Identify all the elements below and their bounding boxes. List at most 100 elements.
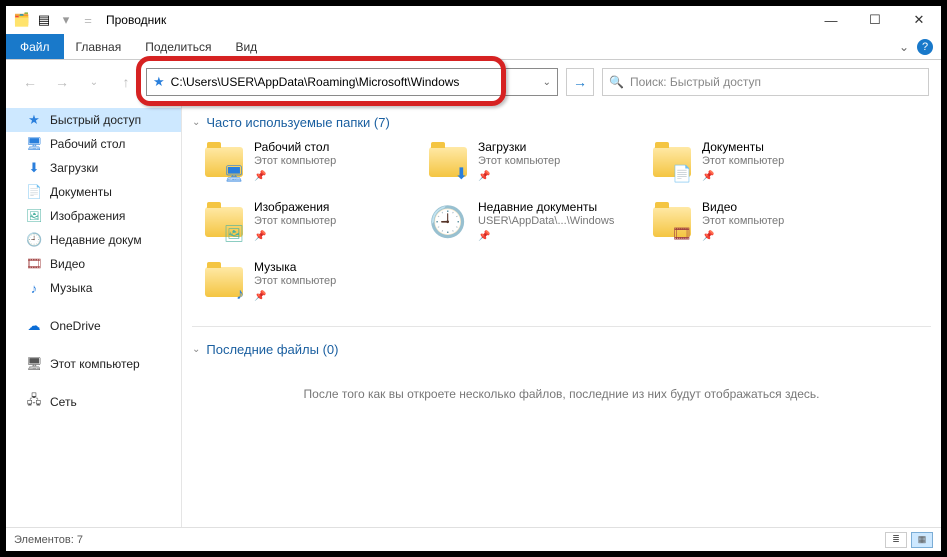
tile-location: USER\AppData\...\Windows	[478, 215, 614, 229]
tab-view[interactable]: Вид	[223, 34, 269, 59]
folder-tile[interactable]: ⬇ЗагрузкиЭтот компьютер📌	[422, 134, 642, 190]
sidebar-item-label: OneDrive	[50, 319, 101, 333]
forward-button[interactable]: →	[50, 70, 74, 94]
sidebar-recent[interactable]: 🕘 Недавние докум	[6, 228, 181, 252]
ribbon-tabs: Файл Главная Поделиться Вид ⌄ ?	[6, 34, 941, 60]
tile-name: Документы	[702, 140, 784, 155]
navigation-pane: ★Быстрый доступ 🖥Рабочий стол ⬇Загрузки …	[6, 104, 182, 527]
file-menu-button[interactable]: Файл	[6, 34, 64, 59]
sidebar-network[interactable]: 🖧Сеть	[6, 390, 181, 414]
address-bar[interactable]: ★ C:\Users\USER\AppData\Roaming\Microsof…	[146, 68, 558, 96]
group-frequent-header[interactable]: ⌄ Часто используемые папки (7)	[192, 110, 931, 134]
group-title: Часто используемые папки (7)	[206, 115, 389, 130]
tile-name: Видео	[702, 200, 784, 215]
recent-files-empty-text: После того как вы откроете несколько фай…	[192, 361, 931, 427]
folder-icon: ⬇	[426, 140, 470, 184]
tile-name: Музыка	[254, 260, 336, 275]
sidebar-item-label: Музыка	[50, 281, 92, 295]
sidebar-item-label: Документы	[50, 185, 112, 199]
sidebar-downloads[interactable]: ⬇ Загрузки	[6, 156, 181, 180]
document-icon: 📄	[26, 184, 42, 200]
desktop-icon: 🖥	[26, 136, 42, 152]
computer-icon: 🖥	[26, 356, 42, 372]
pin-icon: 📌	[478, 171, 560, 184]
folder-tile[interactable]: 🖼 ИзображенияЭтот компьютер 📌	[198, 194, 418, 250]
network-icon: 🖧	[26, 391, 42, 413]
tile-name: Рабочий стол	[254, 140, 336, 155]
star-icon: ★	[26, 112, 42, 128]
back-button[interactable]: ←	[18, 70, 42, 94]
sidebar-item-label: Видео	[50, 257, 85, 271]
folder-icon: ♪	[202, 260, 246, 304]
sidebar-images[interactable]: 🖼 Изображения	[6, 204, 181, 228]
qat-properties-icon[interactable]: ▤	[34, 10, 54, 30]
group-title: Последние файлы (0)	[206, 342, 338, 357]
status-item-count: Элементов: 7	[14, 534, 83, 546]
recent-locations-button[interactable]: ⌄	[82, 70, 106, 94]
sidebar-quick-access[interactable]: ★ Быстрый доступ	[6, 108, 181, 132]
explorer-icon: 🗂️	[12, 10, 32, 30]
maximize-button[interactable]: ☐	[853, 6, 897, 34]
folder-tile[interactable]: 🎞ВидеоЭтот компьютер📌	[646, 194, 866, 250]
image-icon: 🖼	[26, 208, 42, 224]
sidebar-documents[interactable]: 📄 Документы	[6, 180, 181, 204]
nav-bar: ← → ⌄ ↑ ★ C:\Users\USER\AppData\Roaming\…	[6, 60, 941, 104]
tile-location: Этот компьютер	[254, 155, 336, 169]
sidebar-music[interactable]: ♪Музыка	[6, 276, 181, 300]
go-refresh-button[interactable]: →	[566, 68, 594, 96]
folder-tile[interactable]: 📄ДокументыЭтот компьютер📌	[646, 134, 866, 190]
video-icon: 🎞	[26, 256, 42, 272]
tile-name: Изображения	[254, 200, 336, 215]
qat-separator-icon: =	[78, 10, 98, 30]
tab-home[interactable]: Главная	[64, 34, 134, 59]
help-button[interactable]: ?	[917, 39, 933, 55]
pin-icon: 📌	[254, 231, 336, 244]
up-button[interactable]: ↑	[114, 70, 138, 94]
cloud-icon: ☁	[26, 318, 42, 334]
view-large-icons-button[interactable]: ▦	[911, 532, 933, 548]
sidebar-onedrive[interactable]: ☁ OneDrive	[6, 314, 181, 338]
search-box[interactable]: 🔍 Поиск: Быстрый доступ	[602, 68, 929, 96]
group-recent-header[interactable]: ⌄ Последние файлы (0)	[192, 337, 931, 361]
window-title: Проводник	[106, 13, 166, 27]
ribbon-chevron-icon[interactable]: ⌄	[891, 34, 917, 59]
folder-icon: 🖼	[202, 200, 246, 244]
view-details-button[interactable]: ≣	[885, 532, 907, 548]
address-dropdown-icon[interactable]: ⌄	[543, 69, 551, 95]
sidebar-desktop[interactable]: 🖥 Рабочий стол	[6, 132, 181, 156]
sidebar-item-label: Этот компьютер	[50, 357, 140, 371]
tile-name: Загрузки	[478, 140, 560, 155]
folder-tile[interactable]: ♪ МузыкаЭтот компьютер 📌	[198, 254, 418, 310]
folder-tile[interactable]: 🕘 Недавние документыUSER\AppData\...\Wind…	[422, 194, 642, 250]
folder-icon: 🎞	[650, 200, 694, 244]
tile-location: Этот компьютер	[254, 215, 336, 229]
pin-icon: 📌	[254, 171, 336, 184]
sidebar-item-label: Рабочий стол	[50, 137, 125, 151]
quick-access-star-icon: ★	[153, 74, 165, 90]
address-path[interactable]: C:\Users\USER\AppData\Roaming\Microsoft\…	[171, 75, 460, 89]
sidebar-this-pc[interactable]: 🖥 Этот компьютер	[6, 352, 181, 376]
tile-name: Недавние документы	[478, 200, 614, 215]
download-icon: ⬇	[26, 160, 42, 176]
folder-tile[interactable]: 🖥 Рабочий столЭтот компьютер 📌	[198, 134, 418, 190]
sidebar-item-label: Недавние докум	[50, 233, 142, 247]
pin-icon: 📌	[478, 231, 614, 244]
recent-icon: 🕘	[26, 232, 42, 248]
minimize-button[interactable]: —	[809, 6, 853, 34]
status-bar: Элементов: 7 ≣ ▦	[6, 527, 941, 551]
search-icon: 🔍	[609, 75, 624, 89]
tab-share[interactable]: Поделиться	[133, 34, 223, 59]
folder-icon: 📄	[650, 140, 694, 184]
search-placeholder: Поиск: Быстрый доступ	[630, 75, 761, 89]
sidebar-video[interactable]: 🎞 Видео	[6, 252, 181, 276]
sidebar-item-label: Изображения	[50, 209, 125, 223]
sidebar-item-label: Быстрый доступ	[50, 113, 141, 127]
folder-icon: 🕘	[426, 200, 470, 244]
tile-location: Этот компьютер	[254, 275, 336, 289]
content-pane: ⌄ Часто используемые папки (7) 🖥 Рабочий …	[182, 104, 941, 527]
pin-icon: 📌	[254, 291, 336, 304]
sidebar-item-label: Загрузки	[50, 161, 98, 175]
folder-icon: 🖥	[202, 140, 246, 184]
close-button[interactable]: ✕	[897, 6, 941, 34]
qat-newfolder-icon[interactable]: ▾	[56, 10, 76, 30]
